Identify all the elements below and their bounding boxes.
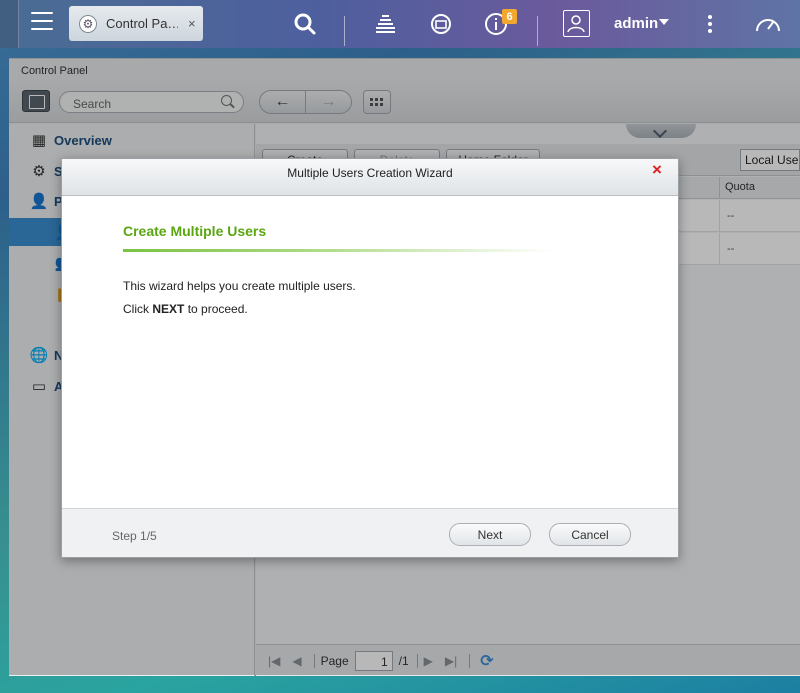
cancel-button[interactable]: Cancel: [549, 523, 631, 546]
instruction-next-keyword: NEXT: [152, 302, 185, 316]
heading-underline: [123, 249, 553, 252]
wizard-heading: Create Multiple Users: [123, 223, 267, 239]
dialog-footer: Step 1/5 Next Cancel: [62, 508, 678, 557]
dialog-title: Multiple Users Creation Wizard: [287, 166, 453, 180]
gear-icon: ⚙: [79, 14, 97, 33]
dashboard-gauge-icon[interactable]: [754, 11, 782, 37]
desktop-edge: [0, 0, 19, 48]
step-indicator: Step 1/5: [112, 529, 157, 543]
close-tab-icon[interactable]: ×: [188, 16, 196, 31]
notification-badge: 6: [502, 9, 517, 24]
sync-icon[interactable]: [428, 11, 454, 37]
wizard-instruction: Click NEXT to proceed.: [123, 302, 248, 316]
chevron-down-icon[interactable]: [659, 19, 669, 25]
wizard-description: This wizard helps you create multiple us…: [123, 279, 356, 293]
tab-label: Control Pa…: [106, 16, 178, 31]
search-icon[interactable]: [292, 11, 318, 37]
next-button[interactable]: Next: [449, 523, 531, 546]
more-options-icon[interactable]: [708, 15, 712, 36]
toolbar-divider: [344, 16, 345, 46]
control-panel-tab[interactable]: ⚙ Control Pa… ×: [69, 6, 203, 41]
toolbar-divider: [537, 16, 538, 46]
close-icon[interactable]: ×: [652, 160, 662, 180]
instruction-prefix: Click: [123, 302, 153, 316]
dialog-header: Multiple Users Creation Wizard ×: [62, 159, 678, 196]
top-bar: ⚙ Control Pa… × 6 admin: [0, 0, 800, 48]
username[interactable]: admin: [614, 15, 658, 32]
main-menu-icon[interactable]: [31, 12, 53, 30]
tasks-stack-icon[interactable]: [373, 11, 399, 37]
user-avatar-icon[interactable]: [563, 10, 590, 37]
wizard-dialog: Multiple Users Creation Wizard × Create …: [61, 158, 679, 558]
instruction-suffix: to proceed.: [184, 302, 248, 316]
